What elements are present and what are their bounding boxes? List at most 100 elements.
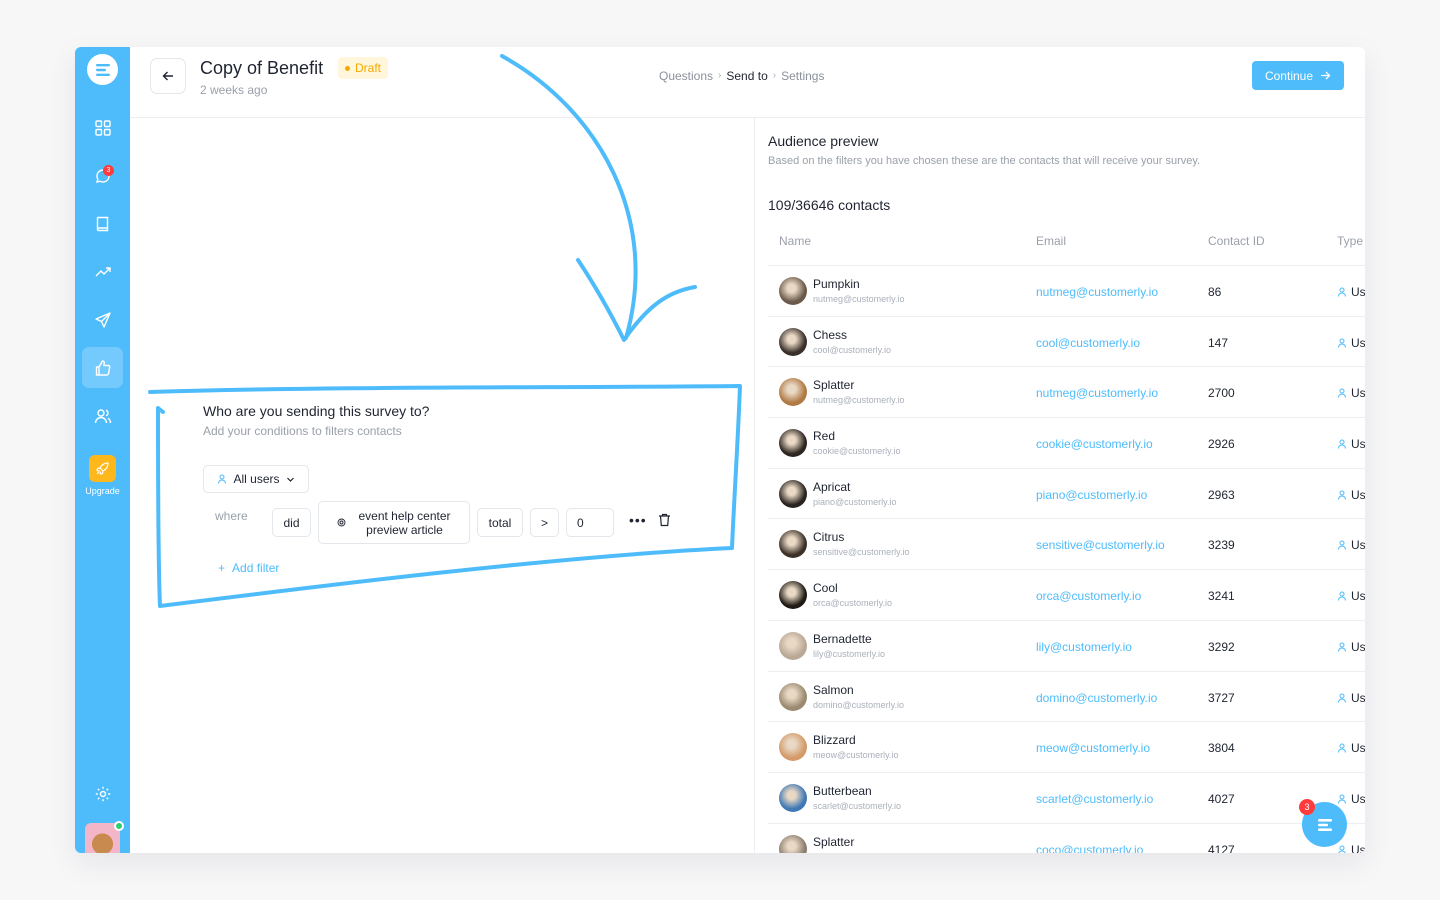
contact-email-link[interactable]: lily@customerly.io [1036, 640, 1132, 654]
contact-email-secondary: domino@customerly.io [813, 699, 905, 710]
contact-type-label: Us [1351, 538, 1365, 553]
upgrade-button[interactable]: Upgrade [75, 455, 130, 496]
contact-id: 3241 [1208, 589, 1235, 604]
user-icon [1338, 591, 1346, 601]
audience-dropdown[interactable]: All users [203, 465, 309, 493]
contact-type-label: Us [1351, 437, 1365, 452]
table-row[interactable]: Blizzard meow@customerly.io meow@customerl… [768, 721, 1365, 772]
sidebar-item-inbox[interactable]: 3 [82, 155, 123, 196]
aggregate-select[interactable]: total [477, 508, 523, 537]
contact-email-secondary: nutmeg@customerly.io [813, 294, 905, 304]
contact-type-label: Us [1351, 639, 1365, 654]
add-filter-label: Add filter [232, 561, 280, 575]
contact-id: 2926 [1208, 437, 1235, 452]
column-header-contact-id[interactable]: Contact ID [1208, 234, 1265, 248]
audience-title: Audience preview [768, 133, 879, 149]
avatar [779, 682, 807, 711]
column-header-type[interactable]: Type [1337, 234, 1363, 248]
continue-button[interactable]: Continue [1252, 61, 1344, 90]
column-header-name[interactable]: Name [779, 234, 811, 248]
verb-select[interactable]: did [272, 508, 311, 537]
contact-type-label: Us [1351, 842, 1365, 853]
contact-email-link[interactable]: piano@customerly.io [1036, 488, 1147, 502]
contact-email-link[interactable]: sensitive@customerly.io [1036, 538, 1165, 552]
event-label: event help center preview article [358, 509, 450, 537]
table-row[interactable]: Citrus sensitive@customerly.io sensitive@c… [768, 518, 1365, 569]
contact-name: Butterbean [813, 783, 872, 798]
contact-type-label: Us [1351, 386, 1365, 401]
continue-label: Continue [1264, 68, 1314, 83]
user-icon [1338, 845, 1346, 853]
contact-type: Us [1337, 843, 1365, 853]
contact-name: Splatter [813, 834, 855, 849]
avatar [779, 834, 807, 853]
contact-id: 3804 [1208, 741, 1235, 756]
sidebar-item-dashboard[interactable] [82, 107, 123, 148]
user-icon [1338, 388, 1346, 398]
contact-email-secondary: piano@customerly.io [813, 496, 897, 507]
avatar [779, 581, 807, 610]
rocket-icon [89, 455, 116, 482]
event-select[interactable]: event help center preview article [318, 501, 470, 544]
page-subtitle: 2 weeks ago [200, 83, 268, 97]
contact-email-link[interactable]: coco@customerly.io [1036, 843, 1143, 853]
breadcrumb-questions[interactable]: Questions [659, 69, 713, 83]
sidebar-item-knowledge-base[interactable] [82, 203, 123, 244]
where-label: where [215, 509, 248, 523]
contact-email-secondary: coco@customerly.io [813, 852, 894, 853]
sidebar-item-settings[interactable] [82, 773, 123, 814]
breadcrumb-settings[interactable]: Settings [781, 69, 824, 83]
add-filter-button[interactable]: + Add filter [218, 561, 279, 575]
table-row[interactable]: Red cookie@customerly.io cookie@customerly… [768, 417, 1365, 468]
operator-select[interactable]: > [530, 508, 559, 537]
table-row[interactable]: Apricat piano@customerly.io piano@customer… [768, 467, 1365, 519]
users-icon [94, 408, 111, 423]
contact-id: 4127 [1208, 842, 1235, 853]
trash-icon[interactable] [658, 513, 671, 532]
table-row[interactable]: Cool orca@customerly.io orca@customerly.io… [768, 569, 1365, 620]
arrow-right-icon [1321, 71, 1331, 80]
table-row[interactable]: Splatter nutmeg@customerly.io nutmeg@custo… [768, 366, 1365, 417]
breadcrumb-send-to[interactable]: Send to [726, 69, 767, 83]
table-row[interactable]: Salmon domino@customerly.io domino@custome… [768, 670, 1365, 722]
more-options-icon[interactable]: ••• [629, 512, 647, 528]
contact-email-link[interactable]: nutmeg@customerly.io [1036, 285, 1158, 299]
avatar [779, 327, 807, 356]
table-row[interactable]: Splatter coco@customerly.io coco@customerl… [768, 822, 1365, 853]
contacts-table: Pumpkin nutmeg@customerly.io nutmeg@custom… [768, 265, 1365, 853]
contact-email-link[interactable]: cool@customerly.io [1036, 336, 1140, 350]
sidebar-item-contacts[interactable] [82, 395, 123, 436]
contact-type: Us [1337, 285, 1365, 299]
user-icon [1338, 338, 1346, 348]
logo-icon[interactable] [87, 54, 118, 85]
contact-name: Apricat [813, 479, 851, 494]
avatar [779, 479, 807, 508]
sidebar-item-surveys[interactable] [82, 347, 123, 388]
contact-name: Splatter [813, 378, 855, 393]
contact-email-secondary: lily@customerly.io [813, 648, 885, 659]
table-row[interactable]: Butterbean scarlet@customerly.io scarlet@c… [768, 771, 1365, 823]
sidebar-item-campaigns[interactable] [82, 299, 123, 340]
chat-badge: 3 [1299, 799, 1315, 815]
table-row[interactable]: Chess cool@customerly.io cool@customerly.i… [768, 315, 1365, 367]
value-input[interactable]: 0 [566, 508, 614, 537]
column-header-email[interactable]: Email [1036, 234, 1066, 248]
contact-email-link[interactable]: cookie@customerly.io [1036, 437, 1153, 451]
contact-type-label: Us [1351, 741, 1365, 756]
event-label-line2: preview article [366, 522, 443, 537]
user-icon [1338, 490, 1346, 500]
contact-name: Chess [813, 327, 848, 342]
table-row[interactable]: Bernadette lily@customerly.io lily@custome… [768, 619, 1365, 671]
table-row[interactable]: Pumpkin nutmeg@customerly.io nutmeg@custom… [768, 265, 1365, 316]
sidebar-item-analytics[interactable] [82, 251, 123, 292]
contact-email-link[interactable]: scarlet@customerly.io [1036, 792, 1153, 806]
contact-type: Us [1337, 640, 1365, 654]
contact-email-link[interactable]: meow@customerly.io [1036, 741, 1150, 755]
contact-type-label: Us [1351, 285, 1365, 299]
contact-email-link[interactable]: orca@customerly.io [1036, 589, 1141, 603]
back-button[interactable] [150, 58, 186, 94]
contact-email-link[interactable]: nutmeg@customerly.io [1036, 386, 1158, 400]
audience-preview-panel: Audience preview Based on the filters yo… [755, 118, 1365, 853]
contact-type: Us [1337, 336, 1365, 350]
contact-email-link[interactable]: domino@customerly.io [1036, 691, 1157, 705]
